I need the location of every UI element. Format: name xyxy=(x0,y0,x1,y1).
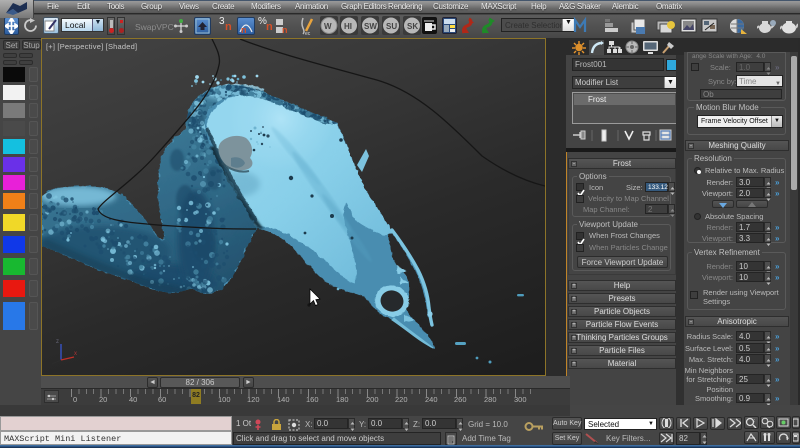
svg-text:ec: ec xyxy=(305,31,311,36)
svg-text:n: n xyxy=(241,25,247,34)
svg-text:SK: SK xyxy=(407,22,418,31)
svg-text:x: x xyxy=(74,351,77,357)
svg-text:z: z xyxy=(56,339,59,345)
svg-text::: : xyxy=(754,418,755,424)
svg-text:n: n xyxy=(282,25,288,34)
svg-text:W: W xyxy=(324,22,332,31)
svg-text:SU: SU xyxy=(386,22,397,31)
svg-text:HI: HI xyxy=(344,22,352,31)
svg-text:SW: SW xyxy=(364,22,377,31)
